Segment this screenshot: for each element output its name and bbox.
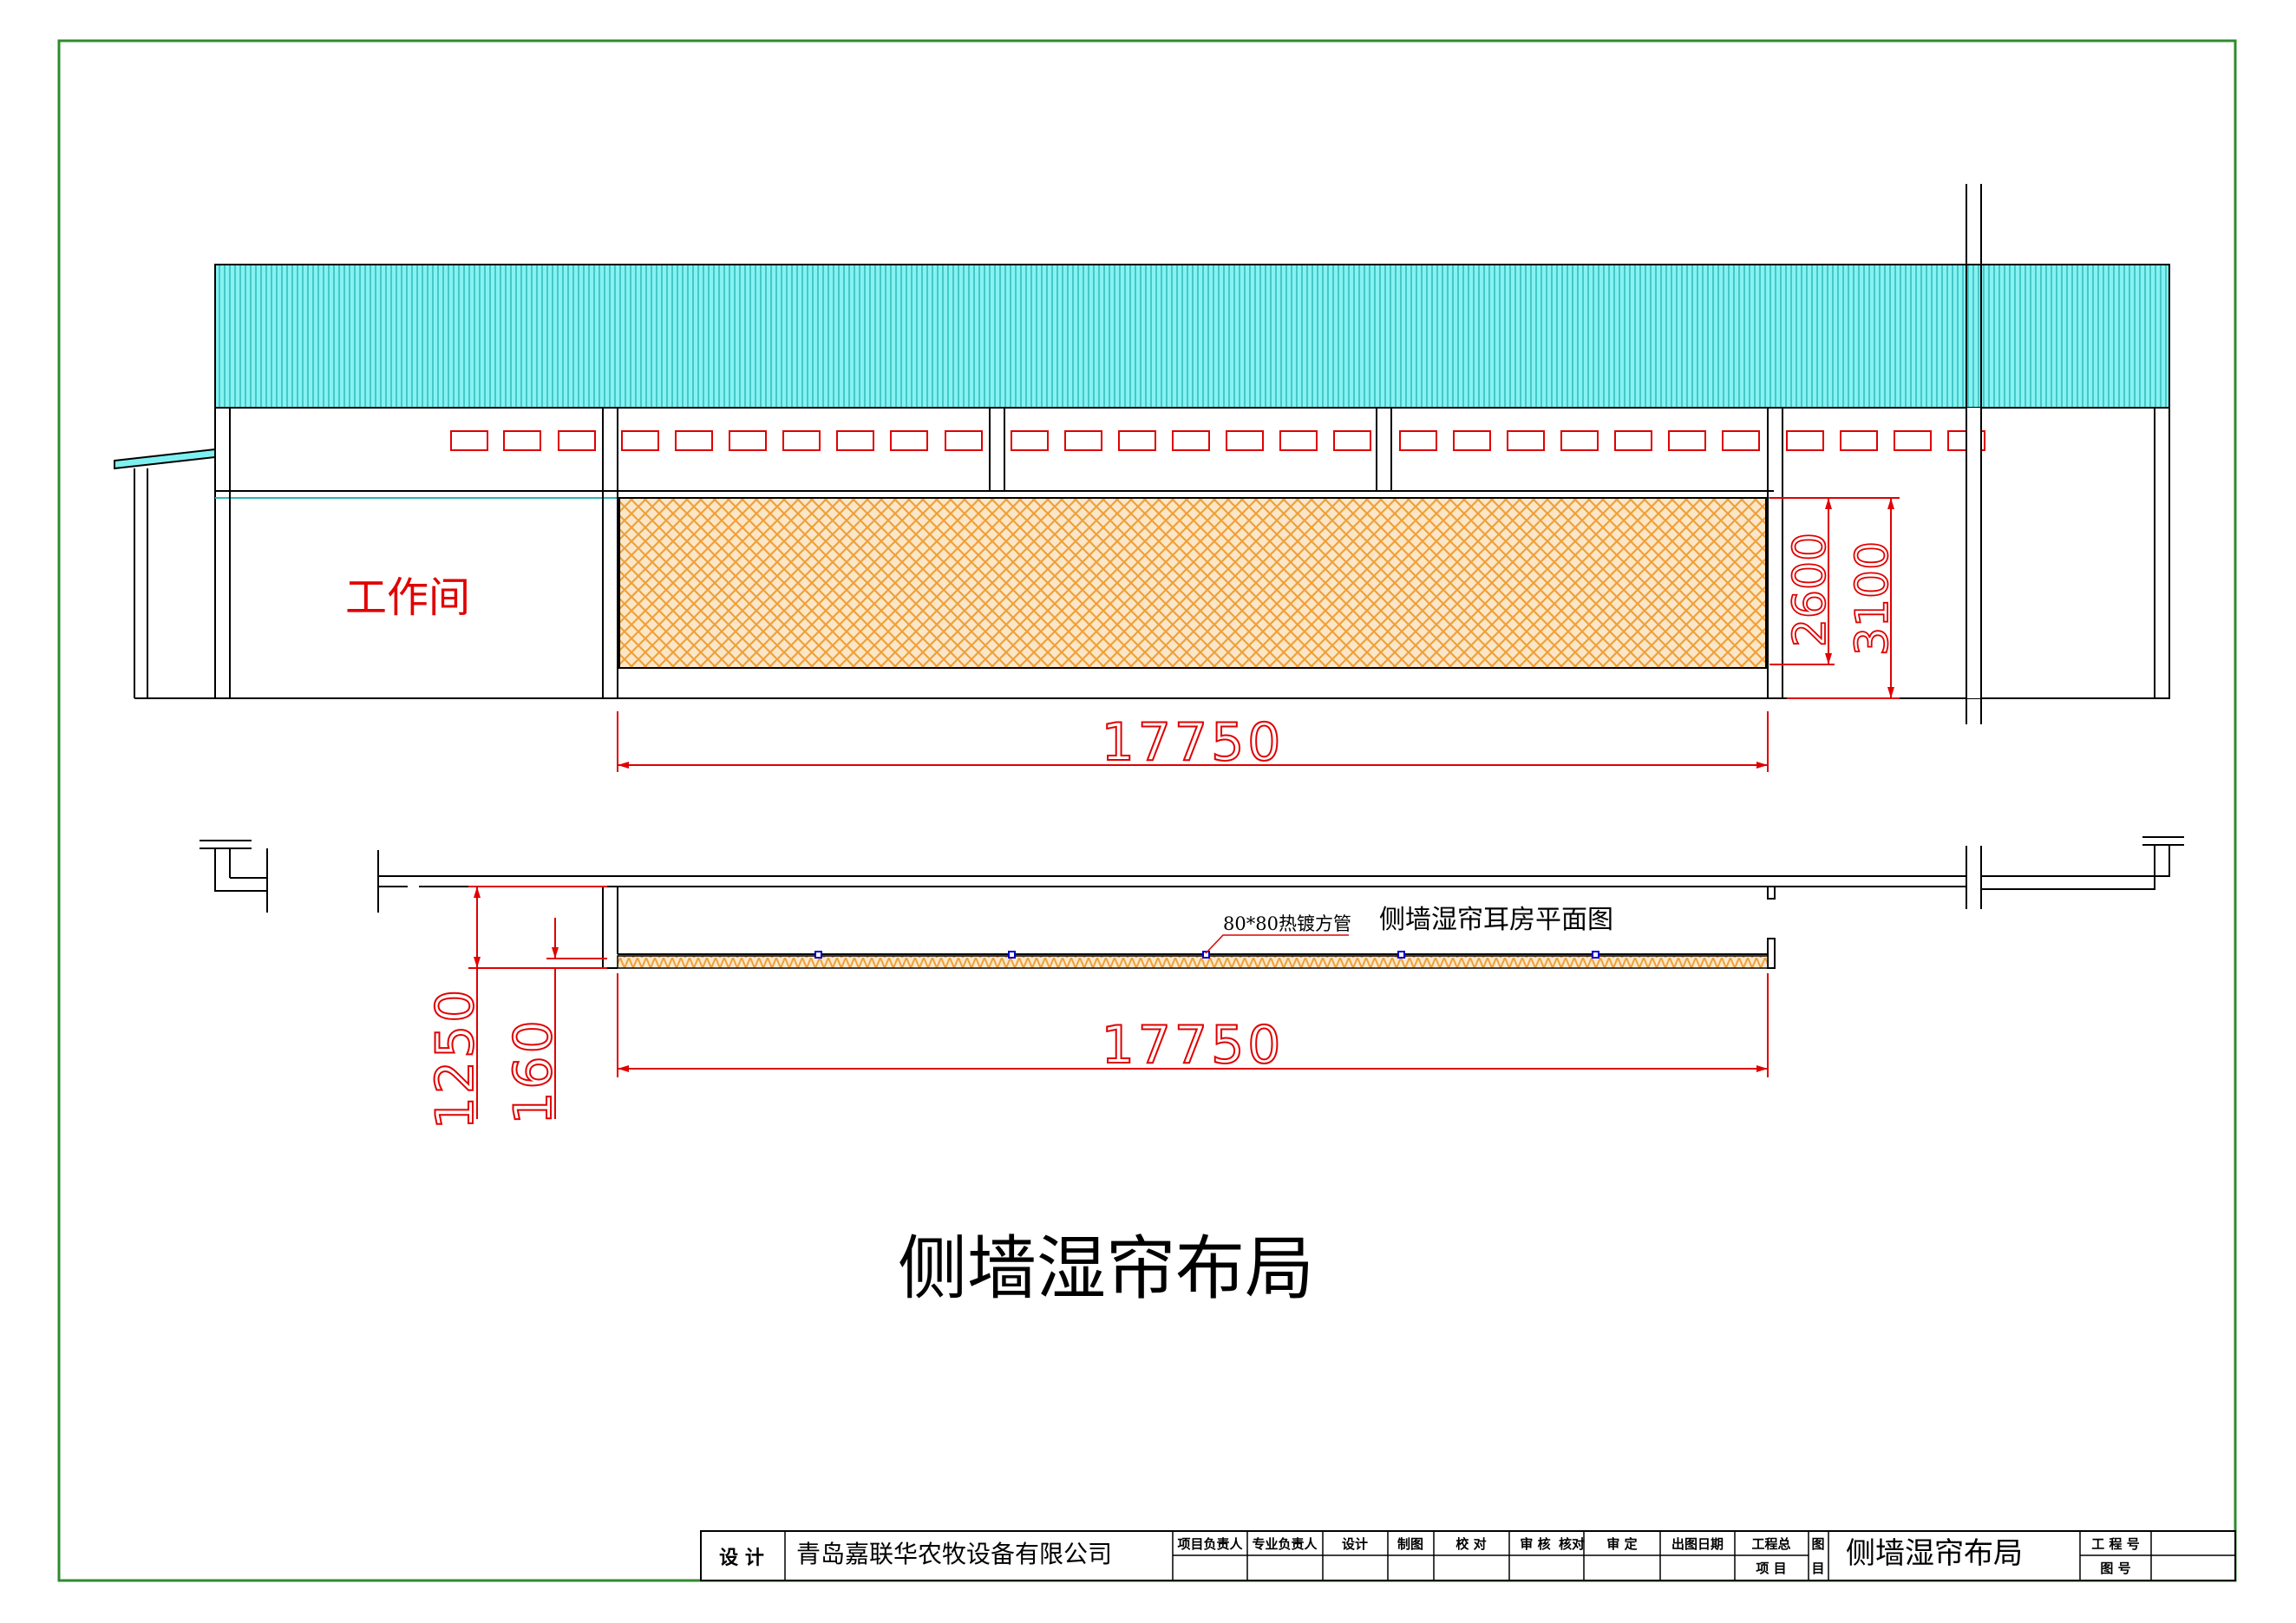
tb-proofread: 核对 [1559, 1536, 1585, 1552]
height-dimension-pad: 2600 [1784, 533, 1836, 647]
plan-view: 80*80热镀方管 侧墙湿帘耳房平面图 17750 1250 160 [200, 836, 2184, 1130]
tb-project-total: 工程总 [1751, 1536, 1790, 1552]
tb-project-item: 项 目 [1756, 1561, 1786, 1576]
tb-design-label: 设 计 [719, 1548, 764, 1569]
tb-drawing-no: 图 号 [2100, 1561, 2130, 1576]
tb-drawing: 制图 [1397, 1536, 1423, 1552]
elevation-view: 工作间 2600 3100 17750 [114, 184, 2170, 774]
tb-drawing-item-2: 目 [1811, 1561, 1824, 1576]
section-mark-right [1986, 836, 2184, 890]
plan-title: 侧墙湿帘耳房平面图 [1379, 905, 1613, 935]
room-label: 工作间 [345, 573, 470, 622]
plan-length-dimension-text: 17750 [1102, 1015, 1285, 1076]
plan-wall [377, 846, 1986, 969]
roof-panel [214, 264, 2170, 409]
pad-dimension-text: 160 [503, 1018, 564, 1125]
pipe-note: 80*80热镀方管 [1223, 913, 1351, 934]
tb-review: 审 核 [1520, 1536, 1550, 1552]
height-dimension-total: 3100 [1847, 541, 1899, 656]
side-wall-cooling-pad-drawing: 工作间 2600 3100 17750 80*80热镀方管 侧墙湿帘耳房平面图 … [57, 39, 2237, 1582]
main-title: 侧墙湿帘布局 [898, 1228, 1314, 1309]
title-block: 设 计 青岛嘉联华农牧设备有限公司 项目负责人 专业负责人 设计 制图 校 对 … [700, 1530, 2236, 1581]
tb-project-no: 工 程 号 [2091, 1536, 2139, 1552]
tb-drawing-item-1: 图 [1811, 1536, 1824, 1552]
section-mark-left [200, 840, 268, 913]
tb-project-lead: 项目负责人 [1177, 1536, 1243, 1552]
tb-design: 设计 [1342, 1536, 1368, 1552]
tb-issue-date: 出图日期 [1671, 1536, 1724, 1552]
offset-dimension-text: 1250 [425, 987, 486, 1130]
length-dimension-text: 17750 [1102, 712, 1285, 773]
tb-company: 青岛嘉联华农牧设备有限公司 [796, 1540, 1112, 1568]
pipe-leader [1205, 934, 1349, 954]
tb-drawing-title: 侧墙湿帘布局 [1846, 1536, 2023, 1571]
tb-approve: 审 定 [1606, 1536, 1637, 1552]
tb-check: 校 对 [1455, 1536, 1486, 1552]
tb-specialty-lead: 专业负责人 [1252, 1536, 1318, 1552]
cooling-pad [618, 497, 1767, 669]
canopy [114, 448, 216, 470]
